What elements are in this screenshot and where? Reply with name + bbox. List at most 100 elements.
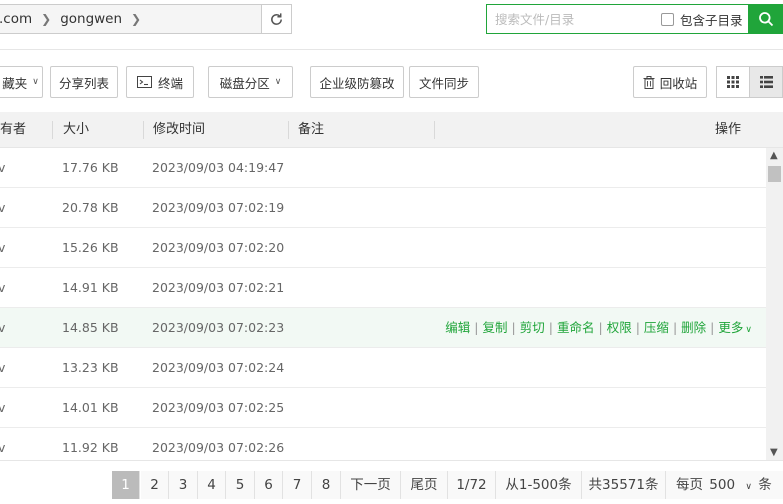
table-row[interactable]: v 20.78 KB 2023/09/03 07:02:19 [0, 188, 766, 228]
disk-partition-label: 磁盘分区 [219, 75, 270, 91]
action-delete[interactable]: 删除 [681, 320, 706, 335]
page-4-button[interactable]: 4 [198, 471, 226, 499]
cell-owner: v [0, 360, 6, 375]
action-separator: | [598, 320, 603, 335]
include-subdir-toggle[interactable]: 包含子目录 [661, 10, 743, 29]
grid-view-button[interactable] [716, 66, 750, 98]
table-row-hovered[interactable]: v 14.85 KB 2023/09/03 07:02:23 编辑 | 复制 | 剪切 |… [0, 308, 766, 348]
favorites-label: 藏夹 [2, 75, 28, 91]
page-6-button[interactable]: 6 [255, 471, 283, 499]
table-header: 有者 大小 修改时间 备注 操作 [0, 112, 783, 148]
table-row[interactable]: v 14.91 KB 2023/09/03 07:02:21 [0, 268, 766, 308]
cell-owner: v [0, 200, 6, 215]
chevron-down-icon: ∨ [274, 77, 282, 87]
file-sync-button[interactable]: 文件同步 [409, 66, 479, 98]
column-header-size[interactable]: 大小 [63, 112, 89, 148]
chevron-right-icon: ❯ [41, 12, 52, 26]
column-header-note[interactable]: 备注 [298, 112, 324, 148]
per-page-label: 每页 [676, 477, 703, 493]
action-separator: | [548, 320, 553, 335]
column-divider[interactable] [434, 121, 435, 139]
refresh-icon [271, 12, 282, 25]
path-breadcrumb[interactable]: .com ❯ gongwen ❯ [0, 4, 262, 34]
table-row[interactable]: v 11.92 KB 2023/09/03 07:02:26 [0, 428, 766, 460]
page-1-button[interactable]: 1 [112, 471, 140, 499]
action-edit[interactable]: 编辑 [445, 320, 470, 335]
pagination: 1 2 3 4 5 6 7 8 下一页 尾页 1/72 从1-500条 共355… [0, 460, 783, 504]
cell-mtime: 2023/09/03 07:02:23 [152, 320, 285, 335]
table-row[interactable]: v 17.76 KB 2023/09/03 04:19:47 [0, 148, 766, 188]
page-8-button[interactable]: 8 [312, 471, 341, 499]
refresh-button[interactable] [261, 4, 292, 34]
share-list-button[interactable]: 分享列表 [50, 66, 118, 98]
search-input[interactable] [487, 5, 657, 33]
action-compress[interactable]: 压缩 [644, 320, 669, 335]
row-actions: 编辑 | 复制 | 剪切 | 重命名 | 权限 | 压缩 | 删除 | 更多 ∨ [445, 308, 752, 348]
cell-size: 11.92 KB [62, 440, 119, 455]
path-segment-domain[interactable]: .com [0, 11, 32, 27]
per-page-unit: 条 [758, 477, 772, 493]
cell-size: 14.91 KB [62, 280, 119, 295]
disk-partition-dropdown[interactable]: 磁盘分区 ∨ [208, 66, 293, 98]
search-button[interactable] [748, 4, 783, 34]
recycle-bin-label: 回收站 [659, 75, 698, 91]
action-separator: | [474, 320, 479, 335]
cell-size: 14.85 KB [62, 320, 119, 335]
total-count: 共35571条 [582, 471, 666, 499]
column-divider[interactable] [143, 121, 144, 139]
table-row[interactable]: v 14.01 KB 2023/09/03 07:02:25 [0, 388, 766, 428]
page-5-button[interactable]: 5 [226, 471, 255, 499]
action-separator: | [710, 320, 715, 335]
next-page-button[interactable]: 下一页 [341, 471, 401, 499]
action-copy[interactable]: 复制 [482, 320, 507, 335]
favorites-dropdown[interactable]: 藏夹 ∨ [0, 66, 43, 98]
column-divider[interactable] [52, 121, 53, 139]
action-permission[interactable]: 权限 [607, 320, 632, 335]
vertical-scrollbar[interactable]: ▲ ▼ [766, 148, 783, 460]
recycle-bin-button[interactable]: 回收站 [633, 66, 707, 98]
cell-owner: v [0, 160, 6, 175]
cell-mtime: 2023/09/03 04:19:47 [152, 160, 285, 175]
search-box: 包含子目录 [486, 4, 748, 34]
per-page-control: 每页 500 ∨ 条 [666, 471, 783, 499]
search-icon [758, 12, 773, 27]
action-cut[interactable]: 剪切 [520, 320, 545, 335]
scrollbar-thumb[interactable] [768, 166, 781, 182]
per-page-value: 500 [709, 477, 736, 493]
scroll-up-icon[interactable]: ▲ [770, 150, 778, 161]
per-page-select[interactable]: 500 ∨ [707, 471, 754, 501]
list-view-button[interactable] [749, 66, 783, 98]
table-row[interactable]: v 13.23 KB 2023/09/03 07:02:24 [0, 348, 766, 388]
path-segment-gongwen[interactable]: gongwen [60, 11, 122, 27]
cell-size: 20.78 KB [62, 200, 119, 215]
action-separator: | [635, 320, 640, 335]
page-info: 1/72 [448, 471, 496, 499]
column-header-mtime[interactable]: 修改时间 [153, 112, 205, 148]
table-row[interactable]: v 15.26 KB 2023/09/03 07:02:20 [0, 228, 766, 268]
scroll-down-icon[interactable]: ▼ [770, 447, 778, 458]
cell-mtime: 2023/09/03 07:02:26 [152, 440, 285, 455]
action-more[interactable]: 更多 ∨ [718, 320, 752, 335]
action-rename[interactable]: 重命名 [557, 320, 595, 335]
tamper-protection-button[interactable]: 企业级防篡改 [310, 66, 404, 98]
include-subdir-checkbox[interactable] [661, 12, 674, 26]
cell-mtime: 2023/09/03 07:02:20 [152, 240, 285, 255]
action-more-label: 更多 [718, 320, 744, 335]
page-2-button[interactable]: 2 [141, 471, 169, 499]
tamper-protection-label: 企业级防篡改 [319, 75, 395, 91]
range-info: 从1-500条 [496, 471, 582, 499]
page-7-button[interactable]: 7 [283, 471, 312, 499]
page-3-button[interactable]: 3 [169, 471, 198, 499]
cell-mtime: 2023/09/03 07:02:19 [152, 200, 285, 215]
chevron-down-icon: ∨ [32, 77, 39, 87]
toolbar: 藏夹 ∨ 分享列表 终端 磁盘分区 ∨ 企业级防篡改 文件同步 回收站 [0, 50, 783, 112]
column-header-owner[interactable]: 有者 [0, 112, 26, 148]
action-separator: | [672, 320, 678, 335]
share-list-label: 分享列表 [58, 75, 109, 91]
cell-mtime: 2023/09/03 07:02:25 [152, 400, 285, 415]
cell-owner: v [0, 280, 6, 295]
terminal-button[interactable]: 终端 [126, 66, 194, 98]
column-divider[interactable] [288, 121, 289, 139]
last-page-button[interactable]: 尾页 [401, 471, 448, 499]
cell-size: 17.76 KB [62, 160, 119, 175]
